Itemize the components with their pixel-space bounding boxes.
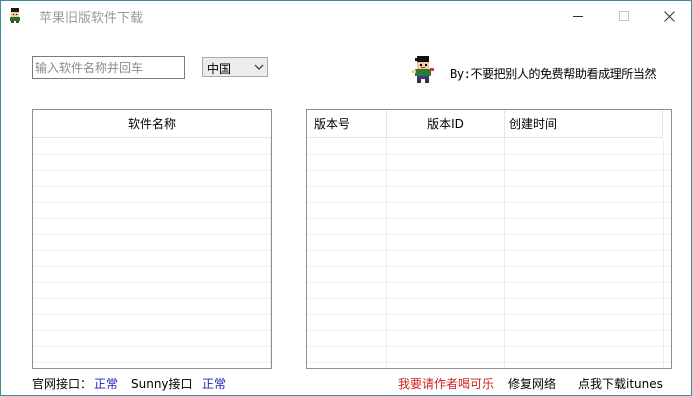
row-divider [307,298,671,299]
column-header-label: 软件名称 [127,117,176,131]
region-select[interactable]: 中国 [202,57,268,77]
official-api-status: 正常 [94,377,119,391]
sunny-api-label: Sunny接口 [131,377,193,391]
row-divider [307,170,671,171]
row-divider [307,218,671,219]
column-divider [663,138,664,368]
column-divider [504,138,505,368]
software-list[interactable]: 软件名称 [32,109,272,369]
row-divider [33,266,271,267]
chevron-down-icon [254,64,264,70]
row-divider [33,186,271,187]
minimize-icon [573,16,583,17]
donate-link[interactable]: 我要请作者喝可乐 [398,375,494,392]
column-divider [270,138,271,368]
row-divider [307,314,671,315]
author-credit: By:不要把别人的免费帮助看成理所当然 [450,67,657,81]
row-divider [33,314,271,315]
column-header-label: 版本ID [427,117,464,131]
row-divider [307,250,671,251]
close-icon [663,10,675,22]
row-divider [33,218,271,219]
mascot-icon [412,56,434,83]
window-title: 苹果旧版软件下载 [39,11,144,26]
column-divider [386,138,387,368]
row-divider [33,362,271,363]
maximize-icon [619,11,629,21]
column-header-software-name[interactable]: 软件名称 [33,110,271,138]
row-divider [33,250,271,251]
download-itunes-link[interactable]: 点我下载itunes [578,375,663,392]
row-divider [307,330,671,331]
row-divider [33,298,271,299]
search-input[interactable] [32,56,185,79]
row-divider [307,282,671,283]
version-list[interactable]: 版本号 版本ID 创建时间 [306,109,672,369]
row-divider [307,362,671,363]
row-divider [33,282,271,283]
row-divider [307,154,671,155]
column-header-version-id[interactable]: 版本ID [387,110,505,138]
row-divider [307,346,671,347]
maximize-button[interactable] [601,1,647,31]
close-button[interactable] [646,1,692,31]
column-header-label: 版本号 [314,117,351,131]
column-header-created-time[interactable]: 创建时间 [505,110,663,138]
minimize-button[interactable] [555,1,601,31]
row-divider [33,234,271,235]
region-select-value: 中国 [207,62,232,76]
column-header-label: 创建时间 [509,117,558,131]
row-divider [307,202,671,203]
row-divider [33,202,271,203]
row-divider [33,330,271,331]
row-divider [307,234,671,235]
column-header-version[interactable]: 版本号 [307,110,387,138]
official-api-label: 官网接口： [32,377,93,391]
mascot-icon [10,8,20,23]
row-divider [33,346,271,347]
title-bar[interactable]: 苹果旧版软件下载 [1,1,691,31]
row-divider [33,170,271,171]
row-divider [33,154,271,155]
sunny-api-status: 正常 [202,377,227,391]
app-window: 苹果旧版软件下载 中国 [0,0,692,396]
row-divider [307,186,671,187]
repair-network-link[interactable]: 修复网络 [508,375,556,392]
row-divider [307,266,671,267]
